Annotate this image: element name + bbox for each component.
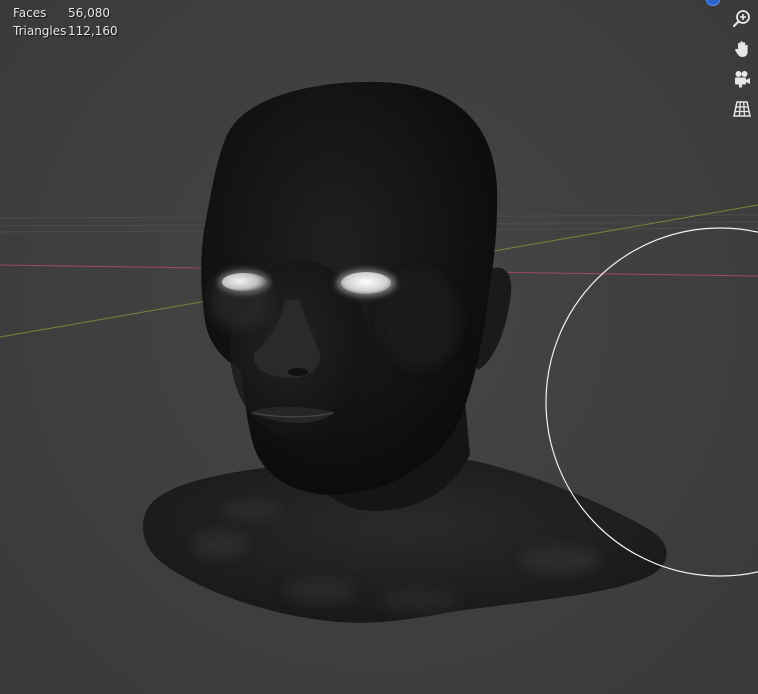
- camera-view-icon[interactable]: [729, 66, 754, 91]
- stat-faces: Faces 56,080: [13, 4, 118, 22]
- 3d-viewport[interactable]: Faces 56,080 Triangles 112,160: [0, 0, 758, 694]
- zoom-icon[interactable]: [729, 6, 754, 31]
- viewport-statistics: Faces 56,080 Triangles 112,160: [13, 4, 118, 40]
- perspective-grid-icon[interactable]: [729, 96, 754, 121]
- pan-hand-icon[interactable]: [729, 36, 754, 61]
- right-eye: [336, 269, 396, 297]
- stat-label: Triangles: [13, 24, 67, 38]
- viewport-scene[interactable]: [0, 0, 758, 694]
- stat-value: 56,080: [68, 6, 110, 20]
- left-eye: [218, 270, 270, 294]
- stat-label: Faces: [13, 6, 47, 20]
- stat-triangles: Triangles 112,160: [13, 22, 118, 40]
- stat-value: 112,160: [68, 24, 118, 38]
